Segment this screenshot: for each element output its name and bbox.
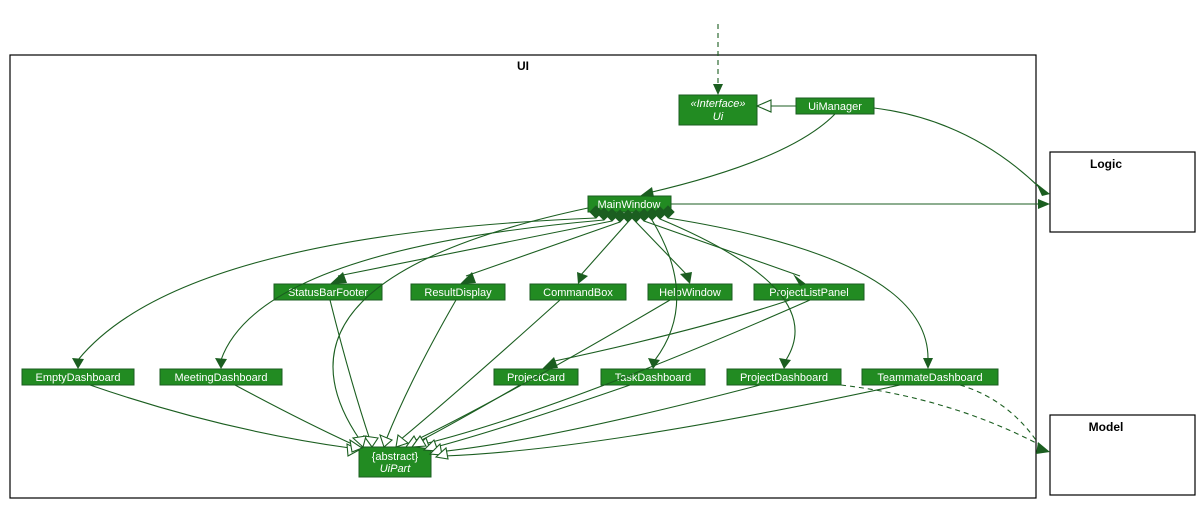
class-teammate-dashboard: TeammateDashboard [862,369,998,385]
package-model-label: Model [1089,420,1124,434]
teammate-dashboard-name: TeammateDashboard [877,372,982,384]
ui-manager-name: UiManager [808,101,862,113]
package-ui [10,55,1036,498]
class-command-box: CommandBox [530,284,626,300]
class-empty-dashboard: EmptyDashboard [22,369,134,385]
class-project-list-panel: ProjectListPanel [754,284,864,300]
arrow-mainwindow-to-logic [1038,199,1050,209]
help-window-name: HelpWindow [659,287,721,299]
class-project-dashboard: ProjectDashboard [727,369,841,385]
ui-interface-stereotype: «Interface» [690,98,745,110]
package-logic [1050,152,1195,232]
result-display-name: ResultDisplay [424,287,492,299]
class-meeting-dashboard: MeetingDashboard [160,369,282,385]
ui-interface-name: Ui [713,111,724,123]
project-card-name: ProjectCard [507,372,565,384]
project-dashboard-name: ProjectDashboard [740,372,828,384]
package-logic-label: Logic [1090,157,1122,171]
project-list-panel-name: ProjectListPanel [769,287,849,299]
class-ui-part: {abstract} UiPart [359,447,431,477]
ui-part-stereotype: {abstract} [372,451,419,463]
package-ui-label: UI [517,59,529,73]
arrow-uimanager-to-logic [1036,183,1050,196]
arrow-to-model [1036,442,1050,454]
class-result-display: ResultDisplay [411,284,505,300]
class-ui-interface: «Interface» Ui [679,95,757,125]
empty-dashboard-name: EmptyDashboard [36,372,121,384]
class-task-dashboard: TaskDashboard [601,369,705,385]
task-dashboard-name: TaskDashboard [615,372,691,384]
status-bar-footer-name: StatusBarFooter [288,287,368,299]
ui-part-name: UiPart [380,463,412,475]
command-box-name: CommandBox [543,287,613,299]
class-help-window: HelpWindow [648,284,732,300]
class-ui-manager: UiManager [796,98,874,114]
meeting-dashboard-name: MeetingDashboard [175,372,268,384]
